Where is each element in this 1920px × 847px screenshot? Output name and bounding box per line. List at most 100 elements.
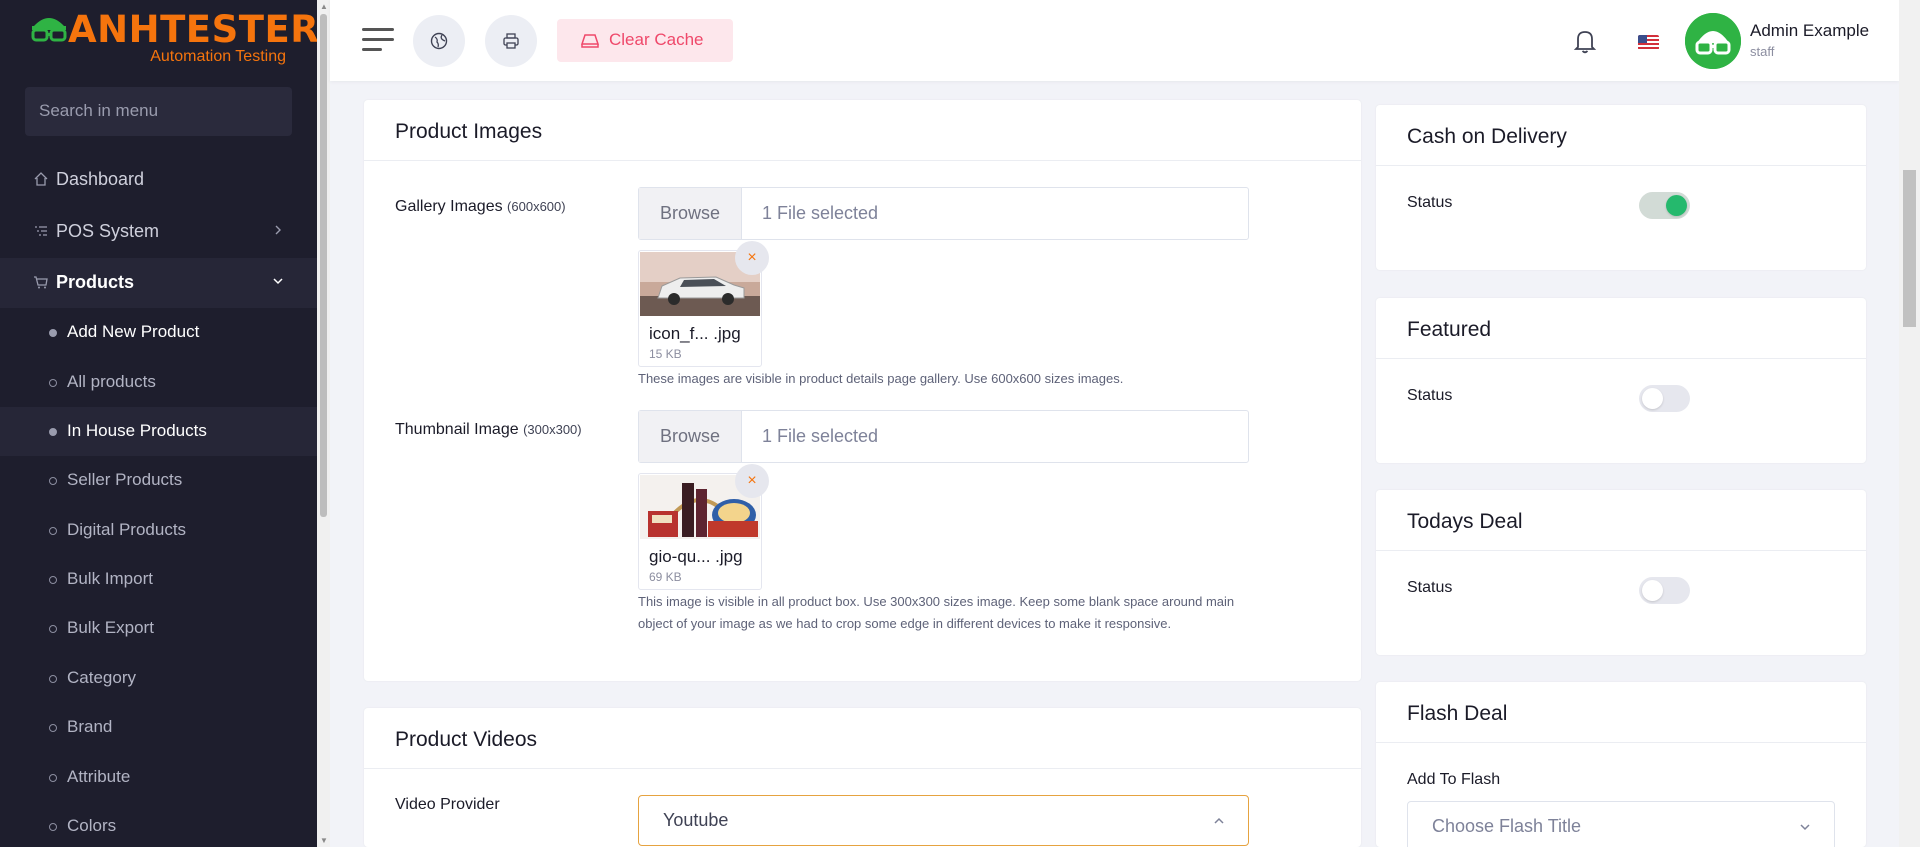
browse-button[interactable]: Browse (639, 188, 742, 239)
sidebar-item-label: POS System (56, 221, 160, 241)
sidebar-subitem-add-new-product[interactable]: Add New Product (0, 308, 317, 357)
sidebar-item-dashboard[interactable]: Dashboard (0, 155, 317, 205)
card-header: Product Images (364, 100, 1361, 161)
video-provider-value: Youtube (663, 810, 729, 830)
card-title: Featured (1407, 318, 1492, 341)
globe-icon (430, 32, 448, 50)
sidebar-scrollbar-thumb[interactable] (320, 14, 327, 517)
sidebar: ANHTESTER Automation Testing Search in m… (0, 0, 319, 847)
scroll-up-icon[interactable]: ▲ (320, 2, 328, 11)
remove-thumbnail-image-button[interactable]: × (735, 464, 769, 498)
brand-tagline: Automation Testing (150, 48, 286, 65)
printer-icon (503, 33, 519, 49)
menu-toggle-icon[interactable] (362, 28, 394, 54)
sidebar-subitem-label: All products (67, 372, 156, 391)
browse-button[interactable]: Browse (639, 411, 742, 462)
bullet-icon (49, 379, 57, 387)
user-role: staff (1750, 44, 1775, 59)
user-name[interactable]: Admin Example (1750, 21, 1869, 41)
card-header: Featured (1376, 298, 1866, 359)
gallery-images-label-text: Gallery Images (395, 198, 503, 215)
avatar[interactable] (1685, 13, 1741, 69)
sidebar-subitem-label: In House Products (67, 421, 207, 440)
pos-print-button[interactable] (485, 15, 537, 67)
remove-gallery-image-button[interactable]: × (735, 241, 769, 275)
card-header: Flash Deal (1376, 682, 1866, 743)
featured-toggle[interactable] (1639, 385, 1690, 412)
sidebar-subitem-label: Bulk Import (67, 569, 153, 588)
card-title: Product Images (395, 120, 543, 143)
sidebar-subitem-label: Brand (67, 717, 113, 736)
add-to-flash-label: Add To Flash (1407, 771, 1501, 788)
main-scrollbar-thumb[interactable] (1903, 170, 1916, 327)
sidebar-subitem-label: Digital Products (67, 520, 187, 539)
sidebar-item-products[interactable]: Products (0, 258, 317, 308)
thumbnail-image-input[interactable]: Browse 1 File selected (638, 410, 1249, 463)
sidebar-subitem-seller-products[interactable]: Seller Products (0, 456, 317, 505)
sidebar-subitem-in-house-products[interactable]: In House Products (0, 407, 317, 456)
sidebar-subitem-category[interactable]: Category (0, 654, 317, 703)
cash-on-delivery-toggle[interactable] (1639, 192, 1690, 219)
bullet-icon (49, 576, 57, 584)
todays-deal-card: Todays Deal Status (1376, 490, 1866, 655)
card-title: Todays Deal (1407, 510, 1523, 533)
chevron-right-icon (275, 225, 281, 235)
sidebar-subitem-all-products[interactable]: All products (0, 358, 317, 407)
gallery-images-input[interactable]: Browse 1 File selected (638, 187, 1249, 240)
chevron-down-icon (1800, 824, 1810, 831)
sidebar-scrollbar[interactable]: ▲ ▼ (317, 0, 330, 847)
sidebar-subitem-brand[interactable]: Brand (0, 703, 317, 752)
sidebar-subitem-bulk-export[interactable]: Bulk Export (0, 604, 317, 653)
main-scrollbar[interactable] (1899, 0, 1920, 847)
brand-logo[interactable]: ANHTESTER Automation Testing (30, 8, 319, 70)
us-flag-icon[interactable] (1638, 35, 1659, 50)
sidebar-subitem-label: Attribute (67, 767, 131, 786)
sidebar-subitem-colors[interactable]: Colors (0, 802, 317, 847)
sidebar-subitem-bulk-import[interactable]: Bulk Import (0, 555, 317, 604)
thumbnail-help-text-line-1: This image is visible in all product box… (638, 594, 1235, 609)
brand-name: ANHTESTER (68, 8, 320, 51)
sidebar-subitem-label: Bulk Export (67, 618, 154, 637)
sidebar-item-label: Products (56, 272, 135, 292)
thumbnail-image-label-text: Thumbnail Image (395, 421, 519, 438)
clear-cache-button[interactable]: Clear Cache (557, 19, 733, 62)
file-name: icon_f... .jpg (649, 324, 741, 343)
card-title: Cash on Delivery (1407, 125, 1567, 148)
bullet-icon (49, 329, 57, 337)
sidebar-item-pos-system[interactable]: POS System (0, 207, 317, 257)
bullet-icon (49, 675, 57, 683)
sidebar-search-input[interactable]: Search in menu (25, 87, 292, 136)
selected-files-text: 1 File selected (762, 426, 879, 446)
flash-title-select[interactable]: Choose Flash Title (1407, 801, 1835, 847)
todays-deal-toggle[interactable] (1639, 577, 1690, 604)
sidebar-subitem-label: Colors (67, 816, 117, 835)
thumbnail-help-text-line-2: object of your image as we had to crop s… (638, 616, 1172, 631)
notification-bell-icon[interactable] (1573, 28, 1597, 54)
home-icon (34, 172, 48, 186)
gallery-images-label: Gallery Images (600x600) (395, 198, 566, 216)
chevron-up-icon (1214, 817, 1224, 824)
toggle-knob (1666, 195, 1687, 216)
sidebar-subitem-attribute[interactable]: Attribute (0, 753, 317, 802)
scroll-down-icon[interactable]: ▼ (320, 836, 328, 845)
glasses-logo-icon (31, 18, 67, 42)
toggle-knob (1642, 388, 1663, 409)
bullet-icon (49, 625, 57, 633)
bullet-icon (49, 527, 57, 535)
bullet-icon (49, 724, 57, 732)
status-label: Status (1407, 579, 1453, 596)
sidebar-subitem-digital-products[interactable]: Digital Products (0, 506, 317, 555)
video-provider-select[interactable]: Youtube (638, 795, 1249, 846)
status-label: Status (1407, 194, 1453, 211)
cart-icon (34, 276, 48, 289)
selected-files-text: 1 File selected (762, 203, 879, 223)
product-images-card: Product Images Gallery Images (600x600) … (364, 100, 1361, 681)
sidebar-subitem-label: Add New Product (67, 322, 200, 341)
toggle-knob (1642, 580, 1663, 601)
website-button[interactable] (413, 15, 465, 67)
cash-on-delivery-card: Cash on Delivery Status (1376, 105, 1866, 270)
product-videos-card: Product Videos Video Provider Youtube (364, 708, 1361, 847)
card-title: Product Videos (395, 728, 538, 751)
featured-card: Featured Status (1376, 298, 1866, 463)
thumbnail-size-hint: (300x300) (523, 422, 582, 437)
